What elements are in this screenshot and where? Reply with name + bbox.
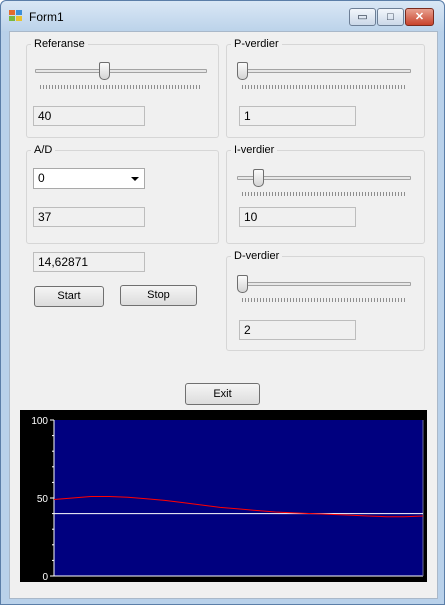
i-verdier-slider-thumb[interactable] <box>253 169 265 187</box>
output-value[interactable]: 14,62871 <box>33 252 145 272</box>
ad-value[interactable]: 37 <box>33 207 145 227</box>
y-tick-label: 0 <box>42 572 48 582</box>
maximize-button[interactable]: □ <box>377 8 404 26</box>
ad-label: A/D <box>31 144 56 156</box>
plot-background <box>54 420 423 576</box>
start-button[interactable]: Start <box>34 286 104 307</box>
plot-area: 100 50 0 <box>20 410 427 583</box>
d-verdier-group: D-verdier 2 <box>226 250 425 351</box>
d-verdier-slider-thumb[interactable] <box>237 275 248 293</box>
pid-response-chart: 100 50 0 <box>31 416 424 583</box>
close-icon: ✕ <box>414 11 425 23</box>
title-bar[interactable]: Form1 ▭ □ ✕ <box>1 1 444 31</box>
i-verdier-label: I-verdier <box>231 144 278 156</box>
window-title: Form1 <box>29 10 64 24</box>
referanse-slider-track[interactable] <box>35 69 207 73</box>
referanse-slider-thumb[interactable] <box>99 62 111 80</box>
y-tick-label: 100 <box>31 416 48 427</box>
ad-group: A/D 0 37 <box>26 144 219 244</box>
main-window: Form1 ▭ □ ✕ Referanse 40 P-verdier 1 A/D… <box>0 0 445 605</box>
d-verdier-slider-track[interactable] <box>237 282 411 286</box>
minimize-button[interactable]: ▭ <box>349 8 376 26</box>
d-verdier-label: D-verdier <box>231 250 283 262</box>
p-verdier-slider-ticks <box>242 85 406 89</box>
close-button[interactable]: ✕ <box>405 8 434 26</box>
dropdown-arrow-icon[interactable] <box>131 177 139 181</box>
ad-channel-combo[interactable]: 0 <box>33 168 145 189</box>
referanse-value[interactable]: 40 <box>33 106 145 126</box>
p-verdier-slider-track[interactable] <box>237 69 411 73</box>
d-verdier-value[interactable]: 2 <box>239 320 356 340</box>
i-verdier-group: I-verdier 10 <box>226 144 425 244</box>
referanse-slider-ticks <box>40 85 202 89</box>
y-tick-label: 50 <box>37 494 49 505</box>
referanse-group: Referanse 40 <box>26 38 219 138</box>
stop-button[interactable]: Stop <box>120 285 197 306</box>
form-client-area: Referanse 40 P-verdier 1 A/D 0 37 I-verd… <box>9 31 438 599</box>
p-verdier-group: P-verdier 1 <box>226 38 425 138</box>
exit-button[interactable]: Exit <box>185 383 260 405</box>
referanse-label: Referanse <box>31 38 88 50</box>
i-verdier-slider-ticks <box>242 192 406 196</box>
maximize-icon: □ <box>387 11 394 23</box>
p-verdier-label: P-verdier <box>231 38 282 50</box>
d-verdier-slider-ticks <box>242 298 406 302</box>
ad-channel-value: 0 <box>38 171 45 185</box>
form-icon <box>9 10 23 22</box>
p-verdier-value[interactable]: 1 <box>239 106 356 126</box>
i-verdier-value[interactable]: 10 <box>239 207 356 227</box>
p-verdier-slider-thumb[interactable] <box>237 62 248 80</box>
minimize-icon: ▭ <box>357 11 368 23</box>
